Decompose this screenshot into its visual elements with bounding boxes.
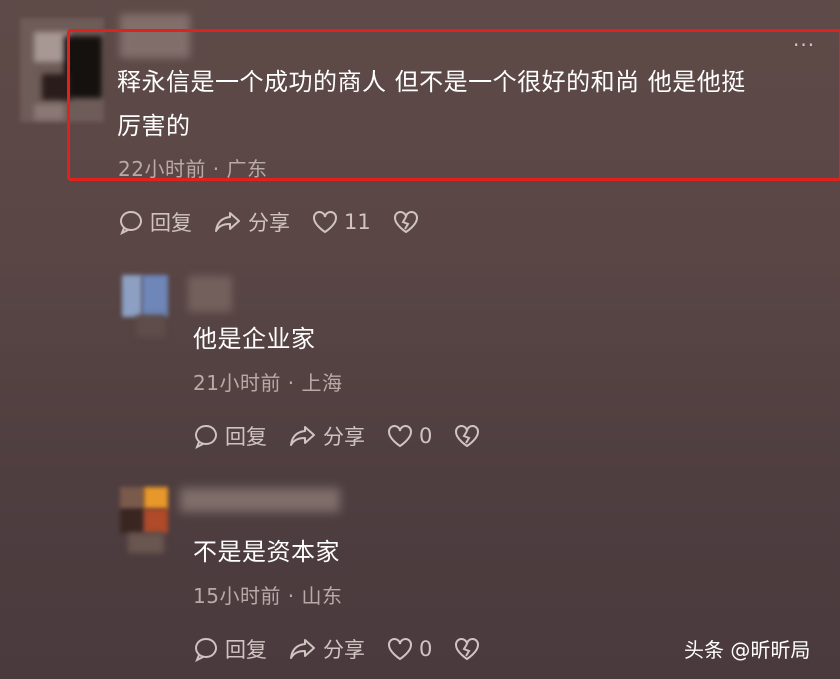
dislike-button[interactable] (454, 424, 486, 448)
reply-avatar[interactable] (120, 487, 172, 553)
reply-username[interactable] (188, 276, 232, 312)
share-button[interactable]: 分享 (289, 634, 365, 664)
share-icon (290, 426, 315, 446)
reply-label: 回复 (225, 425, 267, 449)
reply-icon (195, 425, 217, 449)
watermark: 头条 @昕昕局 (684, 638, 811, 662)
like-button[interactable]: 0 (387, 424, 432, 448)
broken-heart-icon (455, 425, 480, 448)
reply-label: 回复 (225, 638, 267, 662)
dislike-button[interactable] (393, 210, 425, 234)
reply-actions: 回复 分享 0 (193, 421, 508, 451)
reply-text: 他是企业家 (193, 325, 316, 353)
reply-icon (120, 211, 142, 235)
comment-time-location: 22小时前 · 广东 (118, 157, 268, 181)
reply-button[interactable]: 回复 (193, 421, 267, 451)
comment-text-line1: 释永信是一个成功的商人 但不是一个很好的和尚 他是他挺 (117, 68, 746, 96)
heart-icon (388, 425, 412, 448)
share-label: 分享 (323, 638, 365, 662)
share-icon (290, 639, 315, 659)
broken-heart-icon (455, 638, 480, 661)
like-count: 11 (344, 210, 371, 234)
reply-icon (195, 638, 217, 662)
reply-label: 回复 (150, 211, 192, 235)
comment-text: 释永信是一个成功的商人 但不是一个很好的和尚 他是他挺 厉害的 (117, 60, 817, 148)
dislike-button[interactable] (454, 637, 486, 661)
like-button[interactable]: 11 (312, 210, 371, 234)
comment-actions: 回复 分享 11 (118, 207, 447, 237)
more-icon[interactable]: ··· (793, 33, 815, 57)
like-count: 0 (419, 424, 433, 448)
reply-avatar[interactable] (122, 275, 172, 337)
reply-button[interactable]: 回复 (118, 207, 192, 237)
like-button[interactable]: 0 (387, 637, 432, 661)
share-icon (215, 212, 240, 232)
reply-actions: 回复 分享 0 (193, 634, 508, 664)
reply-username[interactable] (180, 488, 340, 512)
share-button[interactable]: 分享 (289, 421, 365, 451)
heart-icon (313, 211, 337, 234)
broken-heart-icon (393, 211, 418, 234)
like-count: 0 (419, 637, 433, 661)
reply-text: 不是是资本家 (193, 538, 340, 566)
heart-icon (388, 638, 412, 661)
reply-button[interactable]: 回复 (193, 634, 267, 664)
reply-time-location: 21小时前 · 上海 (193, 371, 343, 395)
share-button[interactable]: 分享 (214, 207, 290, 237)
share-label: 分享 (248, 211, 290, 235)
reply-time-location: 15小时前 · 山东 (193, 584, 343, 608)
comment-text-line2: 厉害的 (117, 112, 191, 140)
share-label: 分享 (323, 425, 365, 449)
